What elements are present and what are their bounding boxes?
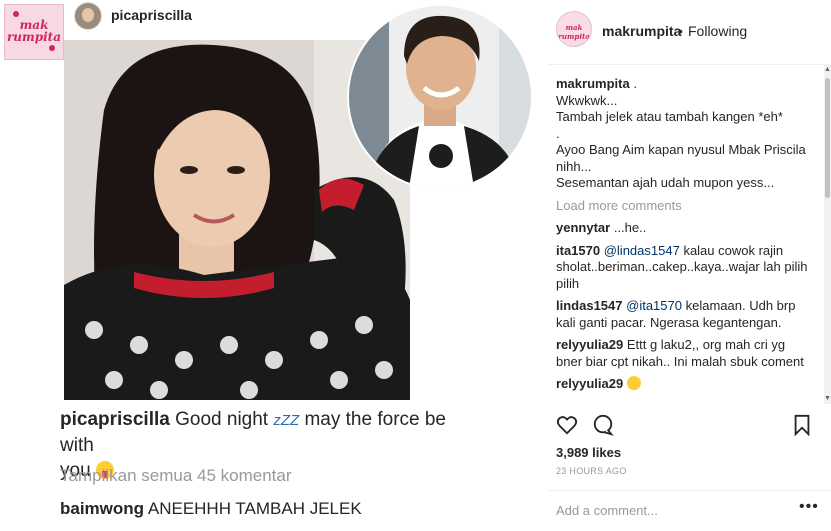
load-more-comments-button[interactable]: Load more comments	[556, 198, 814, 215]
heart-icon[interactable]	[556, 414, 578, 436]
caption-line: Wkwkwk...	[556, 92, 618, 108]
following-button[interactable]: Following	[688, 23, 747, 39]
likes-count[interactable]: 3,989 likes	[556, 445, 621, 460]
comment-username[interactable]: baimwong	[60, 499, 144, 518]
list-item: yennytar ...he..	[556, 220, 814, 237]
brand-logo-text: mak rumpita	[6, 18, 61, 44]
account-avatar[interactable]: mak rumpita	[556, 11, 592, 47]
comment-mention[interactable]: @ita1570	[626, 298, 682, 313]
caption-line: Tambah jelek atau tambah kangen *eh*	[556, 109, 783, 124]
comment-divider	[548, 490, 831, 491]
comment-username[interactable]: lindas1547	[556, 298, 623, 313]
caption-line: Sesemantan ajah udah mupon yess...	[556, 175, 775, 190]
caption-line: .	[556, 125, 560, 141]
scrollbar-thumb[interactable]	[825, 78, 830, 198]
sleeping-zzz-icon: zZZ	[273, 412, 300, 429]
caption-text-part-1: Good night	[175, 409, 269, 430]
list-item: relyyulia29	[556, 376, 814, 393]
brand-logo: mak rumpita	[4, 4, 64, 60]
post-side-panel: mak rumpita makrumpita • Following makru…	[548, 0, 831, 531]
caption-username[interactable]: picapriscilla	[60, 409, 170, 430]
comments-scrollbar[interactable]: ▲ ▼	[824, 64, 831, 404]
header-divider	[548, 64, 831, 65]
caption-author[interactable]: makrumpita	[556, 76, 630, 91]
caption-line: .	[633, 76, 637, 91]
comment-username[interactable]: ita1570	[556, 243, 600, 258]
comment-username[interactable]: yennytar	[556, 220, 610, 235]
comment-mention[interactable]: @lindas1547	[604, 243, 680, 258]
list-item: lindas1547 @ita1570 kelamaan. Udh brp ka…	[556, 298, 814, 331]
caption-line: Ayoo Bang Aim kapan nyusul Mbak Priscila…	[556, 142, 806, 174]
more-options-icon[interactable]: •••	[799, 498, 819, 516]
comment-text: ...he..	[613, 220, 647, 235]
account-username[interactable]: makrumpita	[602, 23, 681, 39]
post-author-username: picapriscilla	[111, 7, 192, 23]
scroll-up-arrow-icon[interactable]: ▲	[824, 66, 831, 73]
post-timestamp: 23 HOURS AGO	[556, 466, 627, 476]
post-comment: baimwong ANEEHHH TAMBAH JELEK	[60, 499, 362, 519]
action-bar	[556, 414, 816, 438]
comment-username[interactable]: relyyulia29	[556, 376, 623, 391]
inset-profile-photo	[347, 4, 533, 190]
comment-username[interactable]: relyyulia29	[556, 337, 623, 352]
composite-screenshot: mak rumpita picapriscilla picapriscilla …	[0, 0, 548, 531]
comments-list: makrumpita . Wkwkwk... Tambah jelek atau…	[556, 76, 814, 406]
add-comment-input[interactable]: Add a comment...	[556, 503, 658, 518]
header-separator: •	[678, 23, 683, 39]
post-author-avatar	[74, 2, 102, 30]
list-item: relyyulia29 Ettt g laku2,, org mah cri y…	[556, 337, 814, 370]
show-all-comments-link[interactable]: Tampilkan semua 45 komentar	[60, 466, 292, 486]
comment-text: ANEEHHH TAMBAH JELEK	[147, 499, 362, 518]
avatar-logo-text: mak rumpita	[558, 23, 590, 41]
comment-bubble-icon[interactable]	[592, 414, 614, 436]
grin-emoji-icon	[626, 376, 641, 390]
caption-block: makrumpita . Wkwkwk... Tambah jelek atau…	[556, 76, 814, 192]
scroll-down-arrow-icon[interactable]: ▼	[824, 395, 831, 402]
list-item: ita1570 @lindas1547 kalau cowok rajin sh…	[556, 243, 814, 293]
bookmark-icon[interactable]	[792, 414, 812, 436]
